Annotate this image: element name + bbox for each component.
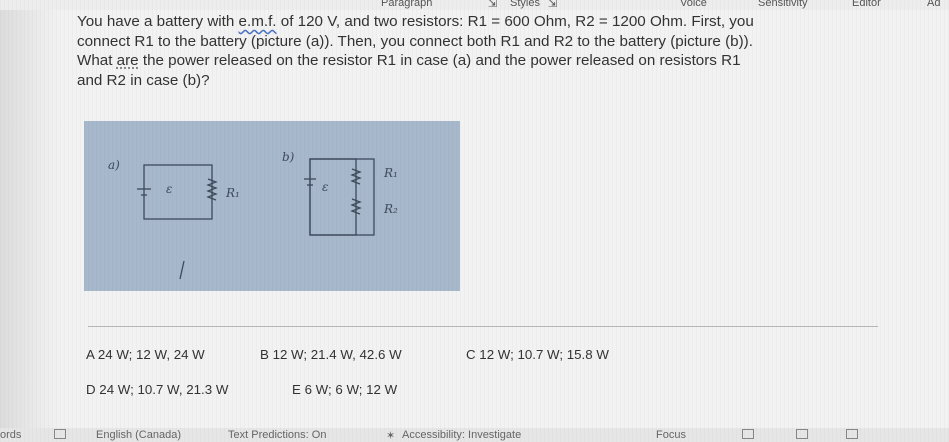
circuit-b-wire-outer <box>309 158 375 236</box>
option-c[interactable]: C 12 W; 10.7 W; 15.8 W <box>466 347 609 362</box>
emf-term[interactable]: e.m.f. <box>239 13 277 30</box>
r1-b-label: R₁ <box>383 166 398 180</box>
divider-line <box>88 326 878 327</box>
circuit-sketch-drawing: a) ε R₁ b) ε R₁ R₂ <box>108 150 398 280</box>
styles-launcher-icon-2[interactable]: ⇲ <box>548 0 557 10</box>
circuit-sketch-image[interactable]: a) ε R₁ b) ε R₁ R₂ <box>84 121 460 291</box>
accessibility-icon[interactable]: ✶ <box>386 429 395 442</box>
accessibility-status[interactable]: Accessibility: Investigate <box>402 429 521 441</box>
ribbon-group-addins[interactable]: Ad <box>927 0 940 9</box>
circuit-a-wire <box>143 164 213 220</box>
ribbon-group-labels: Paragraph ⇲ Styles ⇲ Voice Sensitivity E… <box>0 0 949 10</box>
are-term[interactable]: are <box>117 52 139 69</box>
emf-b-label: ε <box>322 180 328 194</box>
ribbon-group-paragraph[interactable]: Paragraph <box>381 0 432 9</box>
web-layout-icon[interactable] <box>846 429 858 442</box>
ribbon-group-editor[interactable]: Editor <box>852 0 881 9</box>
status-bar: ords English (Canada) Text Predictions: … <box>0 428 949 442</box>
ribbon-group-voice[interactable]: Voice <box>680 0 707 9</box>
focus-button[interactable]: Focus <box>656 429 686 441</box>
ribbon-group-styles[interactable]: Styles <box>510 0 540 9</box>
question-text[interactable]: You have a battery with e.m.f. of 120 V,… <box>77 12 897 90</box>
proofing-icon[interactable] <box>54 429 66 442</box>
print-layout-icon[interactable] <box>796 429 808 442</box>
word-count[interactable]: ords <box>0 429 21 441</box>
styles-launcher-icon[interactable]: ⇲ <box>488 0 497 10</box>
ribbon-group-sensitivity[interactable]: Sensitivity <box>758 0 808 9</box>
language-status[interactable]: English (Canada) <box>96 429 181 441</box>
emf-a-label: ε <box>166 182 172 196</box>
page-left-edge <box>0 0 60 442</box>
text-predictions-status[interactable]: Text Predictions: On <box>228 429 326 441</box>
option-e[interactable]: E 6 W; 6 W; 12 W <box>292 382 397 397</box>
question-line-4: and R2 in case (b)? <box>77 71 210 89</box>
question-line-2: connect R1 to the battery (picture (a)).… <box>77 32 753 50</box>
label-b: b) <box>282 150 295 164</box>
circuit-b-wire-inner <box>309 158 357 236</box>
r2-b-label: R₂ <box>383 202 398 216</box>
question-line-1: You have a battery with e.m.f. of 120 V,… <box>77 13 754 30</box>
question-line-3: What are the power released on the resis… <box>77 52 741 69</box>
option-a[interactable]: A 24 W; 12 W, 24 W <box>86 347 205 362</box>
read-mode-icon[interactable] <box>742 429 754 442</box>
r1-a-label: R₁ <box>225 186 240 200</box>
option-b[interactable]: B 12 W; 21.4 W, 42.6 W <box>260 347 402 362</box>
label-a: a) <box>108 158 120 172</box>
pen-stroke-mark <box>179 260 185 280</box>
option-d[interactable]: D 24 W; 10.7 W, 21.3 W <box>86 382 228 397</box>
